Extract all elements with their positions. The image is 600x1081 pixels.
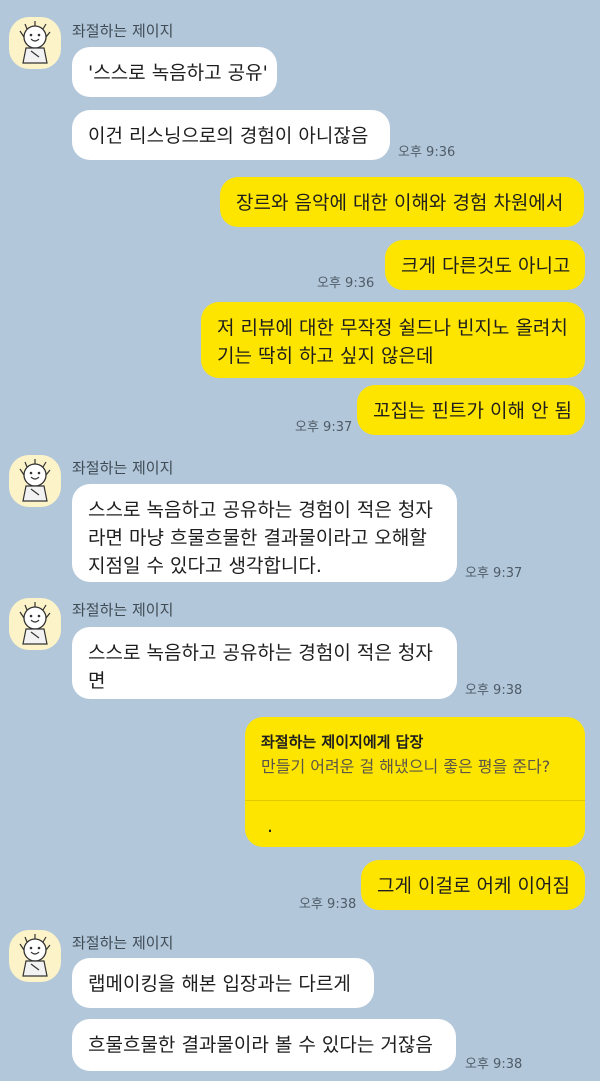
message-bubble[interactable]: 장르와 음악에 대한 이해와 경험 차원에서	[220, 177, 584, 227]
cartoon-character-icon	[19, 459, 51, 502]
message-timestamp: 오후 9:36	[317, 276, 375, 291]
reply-target-label: 좌절하는 제이지에게 답장	[261, 733, 424, 751]
message-timestamp: 오후 9:38	[465, 1057, 523, 1072]
message-timestamp: 오후 9:37	[465, 566, 523, 581]
message-text-line: 지점일 수 있다고 생각합니다.	[88, 555, 322, 577]
contact-avatar[interactable]	[9, 598, 61, 650]
message-bubble[interactable]: 저 리뷰에 대한 무작정 쉴드나 빈지노 올려치 기는 딱히 하고 싶지 않은데	[201, 302, 585, 378]
message-bubble[interactable]: '스스로 녹음하고 공유'	[72, 47, 277, 97]
message-bubble[interactable]: 꼬집는 핀트가 이해 안 됨	[357, 385, 585, 435]
message-text: 그게 이걸로 어케 이어짐	[377, 875, 570, 897]
message-text-line: 기는 딱히 하고 싶지 않은데	[217, 345, 434, 367]
message-bubble[interactable]: 랩메이킹을 해본 입장과는 다르게	[72, 958, 374, 1008]
message-bubble[interactable]: 그게 이걸로 어케 이어짐	[361, 860, 585, 910]
message-text-line: 라면 마냥 흐물흐물한 결과물이라고 오해할	[88, 527, 427, 549]
message-text: 꼬집는 핀트가 이해 안 됨	[373, 400, 572, 422]
message-text: 크게 다른것도 아니고	[401, 255, 571, 277]
message-text: 흐물흐물한 결과물이라 볼 수 있다는 거잖음	[88, 1034, 433, 1056]
message-timestamp: 오후 9:38	[465, 683, 523, 698]
message-bubble[interactable]: 크게 다른것도 아니고	[385, 240, 585, 290]
message-bubble[interactable]: 이건 리스닝으로의 경험이 아니잖음	[72, 110, 390, 160]
message-bubble[interactable]: 스스로 녹음하고 공유하는 경험이 적은 청자 라면 마냥 흐물흐물한 결과물이…	[72, 484, 457, 582]
message-text: 랩메이킹을 해본 입장과는 다르게	[88, 973, 351, 995]
sender-name: 좌절하는 제이지	[72, 934, 174, 952]
contact-avatar[interactable]	[9, 930, 61, 982]
message-text-line: 저 리뷰에 대한 무작정 쉴드나 빈지노 올려치	[217, 317, 568, 339]
message-text-line: 스스로 녹음하고 공유하는 경험이 적은 청자	[88, 642, 433, 664]
message-text: .	[267, 815, 274, 837]
sender-name: 좌절하는 제이지	[72, 459, 174, 477]
sender-name: 좌절하는 제이지	[72, 601, 174, 619]
reply-divider	[245, 800, 585, 801]
message-bubble[interactable]: 스스로 녹음하고 공유하는 경험이 적은 청자 면	[72, 627, 457, 699]
message-text: 이건 리스닝으로의 경험이 아니잖음	[88, 125, 369, 147]
reply-message-bubble[interactable]: 좌절하는 제이지에게 답장 만들기 어려운 걸 해냈으니 좋은 평을 준다? .	[245, 717, 585, 847]
cartoon-character-icon	[19, 934, 51, 977]
message-bubble[interactable]: 흐물흐물한 결과물이라 볼 수 있다는 거잖음	[72, 1019, 456, 1071]
message-text: 장르와 음악에 대한 이해와 경험 차원에서	[236, 192, 564, 214]
message-text-line: 스스로 녹음하고 공유하는 경험이 적은 청자	[88, 499, 433, 521]
contact-avatar[interactable]	[9, 17, 61, 69]
message-timestamp: 오후 9:37	[295, 420, 353, 435]
contact-avatar[interactable]	[9, 455, 61, 507]
cartoon-character-icon	[19, 602, 51, 645]
message-text: '스스로 녹음하고 공유'	[88, 62, 268, 84]
message-text-line: 면	[88, 670, 106, 692]
reply-quoted-text[interactable]: 만들기 어려운 걸 해냈으니 좋은 평을 준다?	[261, 755, 569, 779]
message-timestamp: 오후 9:36	[398, 145, 456, 160]
cartoon-character-icon	[19, 21, 51, 64]
message-timestamp: 오후 9:38	[299, 897, 357, 912]
sender-name: 좌절하는 제이지	[72, 22, 174, 40]
